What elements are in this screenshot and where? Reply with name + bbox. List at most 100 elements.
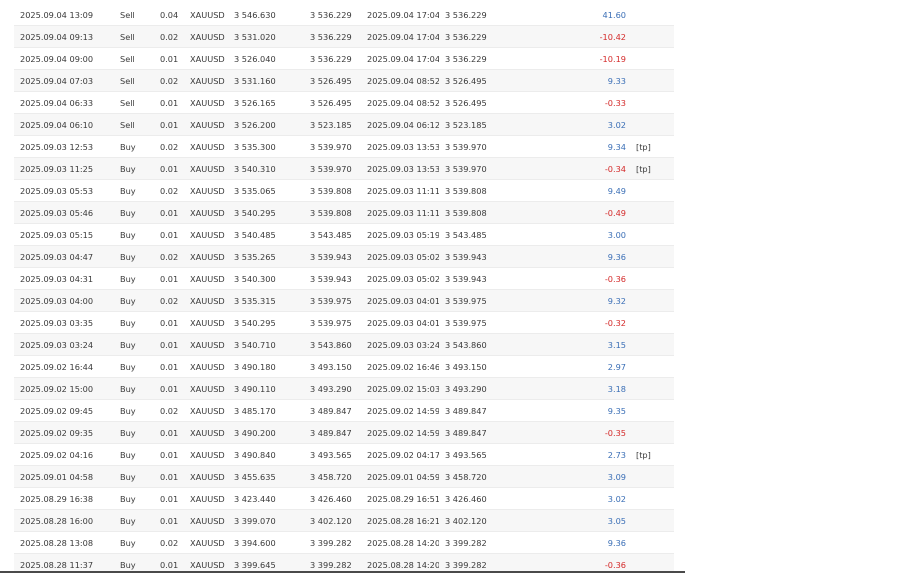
table-row[interactable]: 2025.09.04 07:03 Sell 0.02 XAUUSD 3 531.160 3…	[14, 69, 674, 92]
open-price-cell: 3 485.170	[228, 399, 304, 422]
table-row[interactable]: 2025.09.02 04:16 Buy 0.01 XAUUSD 3 490.840 3 …	[14, 443, 674, 466]
volume-cell: 0.02	[154, 25, 184, 48]
profit-cell: 9.32	[514, 289, 632, 312]
volume-cell: 0.01	[154, 421, 184, 444]
table-row[interactable]: 2025.09.04 09:13 Sell 0.02 XAUUSD 3 531.020 3…	[14, 25, 674, 48]
profit-cell: 9.36	[514, 531, 632, 554]
symbol-cell: XAUUSD	[184, 465, 228, 488]
volume-cell: 0.01	[154, 267, 184, 290]
table-row[interactable]: 2025.09.03 04:00 Buy 0.02 XAUUSD 3 535.315 3 …	[14, 289, 674, 312]
symbol-cell: XAUUSD	[184, 69, 228, 92]
close-price-cell: 3 526.495	[304, 91, 361, 114]
comment-cell	[632, 355, 674, 378]
open-time-cell: 2025.09.04 09:13	[14, 25, 114, 48]
comment-cell	[632, 4, 674, 26]
symbol-cell: XAUUSD	[184, 509, 228, 532]
volume-cell: 0.01	[154, 509, 184, 532]
table-row[interactable]: 2025.09.03 11:25 Buy 0.01 XAUUSD 3 540.310 3 …	[14, 157, 674, 180]
close-time-cell: 2025.09.01 04:59	[361, 465, 439, 488]
price-cell: 3 539.975	[439, 311, 514, 334]
open-time-cell: 2025.09.03 11:25	[14, 157, 114, 180]
symbol-cell: XAUUSD	[184, 421, 228, 444]
symbol-cell: XAUUSD	[184, 91, 228, 114]
comment-cell	[632, 245, 674, 268]
open-time-cell: 2025.09.04 06:10	[14, 113, 114, 136]
table-row[interactable]: 2025.08.28 16:00 Buy 0.01 XAUUSD 3 399.070 3 …	[14, 509, 674, 532]
profit-cell: -0.36	[514, 267, 632, 290]
price-cell: 3 493.565	[439, 443, 514, 466]
table-row[interactable]: 2025.09.04 13:09 Sell 0.04 XAUUSD 3 546.630 3…	[14, 4, 674, 26]
table-row[interactable]: 2025.09.03 05:46 Buy 0.01 XAUUSD 3 540.295 3 …	[14, 201, 674, 224]
close-time-cell: 2025.09.04 17:04	[361, 4, 439, 26]
symbol-cell: XAUUSD	[184, 201, 228, 224]
table-row[interactable]: 2025.09.03 05:53 Buy 0.02 XAUUSD 3 535.065 3 …	[14, 179, 674, 202]
table-row[interactable]: 2025.09.03 04:47 Buy 0.02 XAUUSD 3 535.265 3 …	[14, 245, 674, 268]
close-price-cell: 3 493.565	[304, 443, 361, 466]
type-cell: Buy	[114, 289, 154, 312]
close-time-cell: 2025.09.02 14:59	[361, 399, 439, 422]
volume-cell: 0.01	[154, 157, 184, 180]
open-price-cell: 3 540.310	[228, 157, 304, 180]
table-row[interactable]: 2025.08.28 13:08 Buy 0.02 XAUUSD 3 394.600 3 …	[14, 531, 674, 554]
table-row[interactable]: 2025.09.03 12:53 Buy 0.02 XAUUSD 3 535.300 3 …	[14, 135, 674, 158]
table-row[interactable]: 2025.09.04 06:10 Sell 0.01 XAUUSD 3 526.200 3…	[14, 113, 674, 136]
close-time-cell: 2025.09.03 13:53	[361, 135, 439, 158]
symbol-cell: XAUUSD	[184, 443, 228, 466]
open-price-cell: 3 535.315	[228, 289, 304, 312]
open-price-cell: 3 526.200	[228, 113, 304, 136]
price-cell: 3 539.970	[439, 157, 514, 180]
close-price-cell: 3 493.290	[304, 377, 361, 400]
open-price-cell: 3 455.635	[228, 465, 304, 488]
price-cell: 3 539.808	[439, 179, 514, 202]
type-cell: Buy	[114, 311, 154, 334]
volume-cell: 0.01	[154, 465, 184, 488]
table-row[interactable]: 2025.09.04 06:33 Sell 0.01 XAUUSD 3 526.165 3…	[14, 91, 674, 114]
volume-cell: 0.02	[154, 179, 184, 202]
trade-history-table: 2025.09.04 13:09 Sell 0.04 XAUUSD 3 546.630 3…	[14, 4, 674, 573]
open-price-cell: 3 526.165	[228, 91, 304, 114]
open-time-cell: 2025.09.03 12:53	[14, 135, 114, 158]
table-row[interactable]: 2025.09.03 04:31 Buy 0.01 XAUUSD 3 540.300 3 …	[14, 267, 674, 290]
close-time-cell: 2025.09.02 16:46	[361, 355, 439, 378]
comment-cell	[632, 311, 674, 334]
table-row[interactable]: 2025.09.03 03:24 Buy 0.01 XAUUSD 3 540.710 3 …	[14, 333, 674, 356]
open-price-cell: 3 531.020	[228, 25, 304, 48]
volume-cell: 0.02	[154, 399, 184, 422]
comment-cell	[632, 91, 674, 114]
close-price-cell: 3 539.975	[304, 311, 361, 334]
profit-cell: 3.05	[514, 509, 632, 532]
open-time-cell: 2025.09.02 09:45	[14, 399, 114, 422]
price-cell: 3 536.229	[439, 25, 514, 48]
open-time-cell: 2025.09.03 03:35	[14, 311, 114, 334]
comment-cell	[632, 509, 674, 532]
price-cell: 3 402.120	[439, 509, 514, 532]
open-time-cell: 2025.09.02 15:00	[14, 377, 114, 400]
open-price-cell: 3 535.065	[228, 179, 304, 202]
price-cell: 3 539.943	[439, 245, 514, 268]
trade-rows: 2025.09.04 13:09 Sell 0.04 XAUUSD 3 546.630 3…	[14, 4, 674, 573]
table-row[interactable]: 2025.08.29 16:38 Buy 0.01 XAUUSD 3 423.440 3 …	[14, 487, 674, 510]
table-row[interactable]: 2025.09.01 04:58 Buy 0.01 XAUUSD 3 455.635 3 …	[14, 465, 674, 488]
table-row[interactable]: 2025.09.02 09:35 Buy 0.01 XAUUSD 3 490.200 3 …	[14, 421, 674, 444]
close-time-cell: 2025.09.03 05:02	[361, 267, 439, 290]
profit-cell: 3.18	[514, 377, 632, 400]
table-row[interactable]: 2025.09.04 09:00 Sell 0.01 XAUUSD 3 526.040 3…	[14, 47, 674, 70]
price-cell: 3 539.808	[439, 201, 514, 224]
table-row[interactable]: 2025.09.03 03:35 Buy 0.01 XAUUSD 3 540.295 3 …	[14, 311, 674, 334]
comment-cell	[632, 201, 674, 224]
close-time-cell: 2025.09.03 11:11	[361, 201, 439, 224]
price-cell: 3 489.847	[439, 421, 514, 444]
close-time-cell: 2025.08.29 16:51	[361, 487, 439, 510]
symbol-cell: XAUUSD	[184, 487, 228, 510]
open-price-cell: 3 490.840	[228, 443, 304, 466]
profit-cell: 9.36	[514, 245, 632, 268]
table-row[interactable]: 2025.09.03 05:15 Buy 0.01 XAUUSD 3 540.485 3 …	[14, 223, 674, 246]
profit-cell: 41.60	[514, 4, 632, 26]
table-row[interactable]: 2025.09.02 15:00 Buy 0.01 XAUUSD 3 490.110 3 …	[14, 377, 674, 400]
open-price-cell: 3 535.300	[228, 135, 304, 158]
type-cell: Buy	[114, 223, 154, 246]
open-price-cell: 3 546.630	[228, 4, 304, 26]
table-row[interactable]: 2025.09.02 16:44 Buy 0.01 XAUUSD 3 490.180 3 …	[14, 355, 674, 378]
table-row[interactable]: 2025.09.02 09:45 Buy 0.02 XAUUSD 3 485.170 3 …	[14, 399, 674, 422]
type-cell: Buy	[114, 399, 154, 422]
